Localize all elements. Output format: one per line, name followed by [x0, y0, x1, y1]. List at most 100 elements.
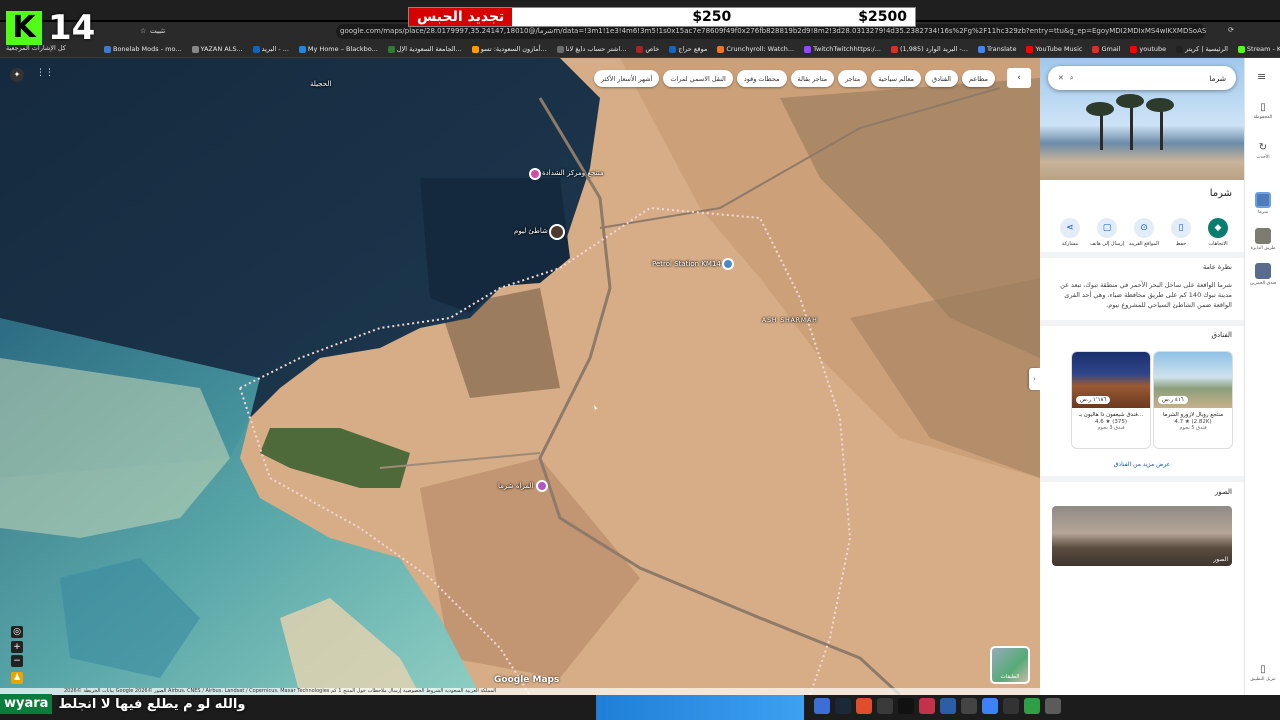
chips-scroll-button[interactable]: ‹ — [1007, 68, 1031, 88]
directions-button[interactable]: ◆ الاتجاهات — [1202, 218, 1234, 247]
bookmark-item[interactable]: YAZAN ALS... — [191, 45, 243, 53]
bookmark-favicon-icon — [1130, 45, 1138, 53]
zoom-in-button[interactable]: + — [11, 641, 23, 653]
palm-trunk — [1130, 102, 1133, 150]
taskbar-app-icon[interactable] — [982, 698, 998, 714]
bookmark-item[interactable]: Crunchyroll: Watch... — [717, 45, 794, 53]
resort-pin-icon[interactable] — [529, 168, 541, 180]
bookmark-item[interactable]: اشتر حساب دايغ لانا... — [556, 45, 627, 53]
taskbar-app-icon[interactable] — [1003, 698, 1019, 714]
bookmark-item[interactable]: (1,985) البريد الوارد -... — [890, 45, 968, 53]
search-icon[interactable]: ⌕ — [1070, 74, 1074, 83]
bookmark-item[interactable]: البريد - ... — [252, 45, 289, 53]
taskbar-app-icon[interactable] — [961, 698, 977, 714]
rail-place-2[interactable]: طريق الدايرة — [1245, 228, 1280, 251]
chip-4[interactable]: متاجر — [838, 70, 868, 87]
bookmark-item[interactable]: الجامعة السعودية الإل... — [387, 45, 462, 53]
hotel-card[interactable]: ١٬١٨٦ ر.س فندق شيغفون ذا هاليون بـ... 4.… — [1071, 351, 1151, 449]
taskbar-app-icon[interactable] — [877, 698, 893, 714]
taskbar-app-icon[interactable] — [856, 698, 872, 714]
chip-2[interactable]: الفنادق — [925, 70, 958, 87]
bookmark-label: TwitchTwitchhttps:/... — [813, 45, 881, 53]
satellite-map[interactable]: الحجيلة منتجع ومركز الشدادة شاطئ ليوم Pe… — [0, 58, 1040, 695]
apps-grid-icon[interactable]: ⋮⋮ — [36, 68, 54, 78]
bookmark-favicon-icon — [387, 45, 395, 53]
share-button[interactable]: ⋖ مشاركة — [1054, 218, 1086, 247]
send-to-phone-button[interactable]: ▢ إرسال إلى هاتف — [1090, 218, 1124, 247]
bookmark-label: Translate — [986, 45, 1017, 53]
bookmark-favicon-icon — [252, 45, 260, 53]
bookmark-star-icon[interactable]: ☆ — [140, 27, 146, 35]
map-label-beach[interactable]: شاطئ ليوم — [514, 227, 548, 235]
zoom-out-button[interactable]: − — [11, 655, 23, 667]
bookmark-item[interactable]: أمازون السعودية: تسو... — [471, 45, 547, 53]
bookmark-item[interactable]: Bonelab Mods - mo... — [104, 45, 182, 53]
compass-icon[interactable]: ✦ — [10, 68, 24, 82]
bookmark-item[interactable]: Stream - Kick Dashb... — [1237, 45, 1280, 53]
reload-icon[interactable]: ⟳ — [1228, 26, 1234, 34]
hotel-class: فندق 5 نجوم — [1179, 425, 1207, 431]
taskbar-app-icon[interactable] — [814, 698, 830, 714]
bookmark-item[interactable]: Translate — [977, 45, 1017, 53]
bookmark-label: youtube — [1139, 45, 1167, 53]
rail-saved[interactable]: ▯ المحفوظة — [1245, 102, 1280, 120]
steam-icon[interactable] — [835, 698, 851, 714]
palm-crown — [1086, 102, 1114, 116]
rail-place-1[interactable]: شرما — [1245, 192, 1280, 215]
rail-get-app[interactable]: ▯ تنزيل التطبيق — [1245, 664, 1280, 682]
taskbar-app-icon[interactable] — [1045, 698, 1061, 714]
chip-1[interactable]: مطاعم — [962, 70, 995, 87]
bookmark-item[interactable]: YouTube Music — [1026, 45, 1082, 53]
hotels-heading: الفنادق — [1211, 331, 1232, 339]
taskbar-app-icon[interactable] — [919, 698, 935, 714]
map-label-ash-sharmah[interactable]: ASH SHARMAH — [762, 317, 818, 324]
beach-pin-icon[interactable] — [549, 224, 565, 240]
search-box[interactable]: ✕ ⌕ شرما — [1048, 66, 1236, 90]
bookmark-item[interactable]: خاص — [636, 45, 659, 53]
chip-5[interactable]: متاجر بقالة — [790, 70, 835, 87]
layers-button[interactable]: الطبقات — [990, 646, 1030, 684]
taskbar-app-icon[interactable] — [898, 698, 914, 714]
bookmark-item[interactable]: My Home – Blackbo... — [298, 45, 378, 53]
install-button[interactable]: تثبيت — [150, 27, 165, 35]
chip-8[interactable]: أشهر الأسعار الأكثر — [594, 70, 660, 87]
search-input[interactable]: شرما — [1209, 74, 1226, 83]
nearby-button[interactable]: ⊙ المواقع القريبة — [1128, 218, 1160, 247]
stream-caption: wyara والله لو م يطلع فيها لا انجلط — [0, 693, 251, 715]
stream-brand: K 14 — [6, 8, 95, 48]
save-button[interactable]: ▯ حفظ — [1165, 218, 1197, 247]
petrol-pin-icon[interactable] — [722, 258, 734, 270]
taskbar-app-icon[interactable] — [940, 698, 956, 714]
bookmark-item[interactable]: TwitchTwitchhttps:/... — [804, 45, 881, 53]
chip-3[interactable]: معالم سياحية — [871, 70, 922, 87]
map-label-petrol[interactable]: Petrol Station KM14 — [652, 260, 721, 268]
collapse-panel-button[interactable]: › — [1029, 368, 1040, 390]
map-label-south[interactable]: المراه شرما — [498, 482, 533, 490]
hotel-card[interactable]: ٤١٦ ر.س منتجع رويال لازورو الشرما 4.7 ★ … — [1153, 351, 1233, 449]
bookmark-label: اشتر حساب دايغ لانا... — [565, 45, 627, 53]
my-location-icon[interactable]: ◎ — [11, 626, 23, 638]
rail-place-3[interactable]: فندق الحمرين — [1245, 263, 1280, 286]
bookmark-item[interactable]: موقع حراج — [669, 45, 707, 53]
street-view-pegman-icon[interactable]: ♟ — [11, 672, 23, 684]
chip-6[interactable]: محطات وقود — [736, 70, 787, 87]
rail-recent[interactable]: ↻ الأحدث — [1245, 142, 1280, 160]
map-label-hajeela[interactable]: الحجيلة — [310, 80, 331, 88]
south-pin-icon[interactable] — [536, 480, 548, 492]
map-label-resort[interactable]: منتجع ومركز الشدادة — [542, 169, 604, 177]
hotel-name: فندق شيغفون ذا هاليون بـ... — [1078, 412, 1144, 418]
chip-7[interactable]: النقل الاسمي لمرات — [663, 70, 733, 87]
taskbar-app-icon[interactable] — [1024, 698, 1040, 714]
more-hotels-link[interactable]: عرض مزيد من الفنادق — [1040, 461, 1244, 468]
bookmark-label: أمازون السعودية: تسو... — [480, 45, 547, 53]
hotel-image: ١٬١٨٦ ر.س — [1072, 352, 1150, 408]
place-title: شرما — [1209, 188, 1232, 199]
bookmark-item[interactable]: youtube — [1130, 45, 1166, 53]
bookmark-item[interactable]: Gmail — [1092, 45, 1120, 53]
bookmark-favicon-icon — [669, 45, 677, 53]
bookmark-item[interactable]: الرئيسية | كريتر — [1176, 45, 1228, 53]
menu-icon[interactable]: ≡ — [1257, 70, 1266, 83]
caption-name: wyara — [0, 694, 53, 714]
close-icon[interactable]: ✕ — [1058, 74, 1064, 82]
photo-thumbnail[interactable]: الصور — [1052, 506, 1232, 566]
